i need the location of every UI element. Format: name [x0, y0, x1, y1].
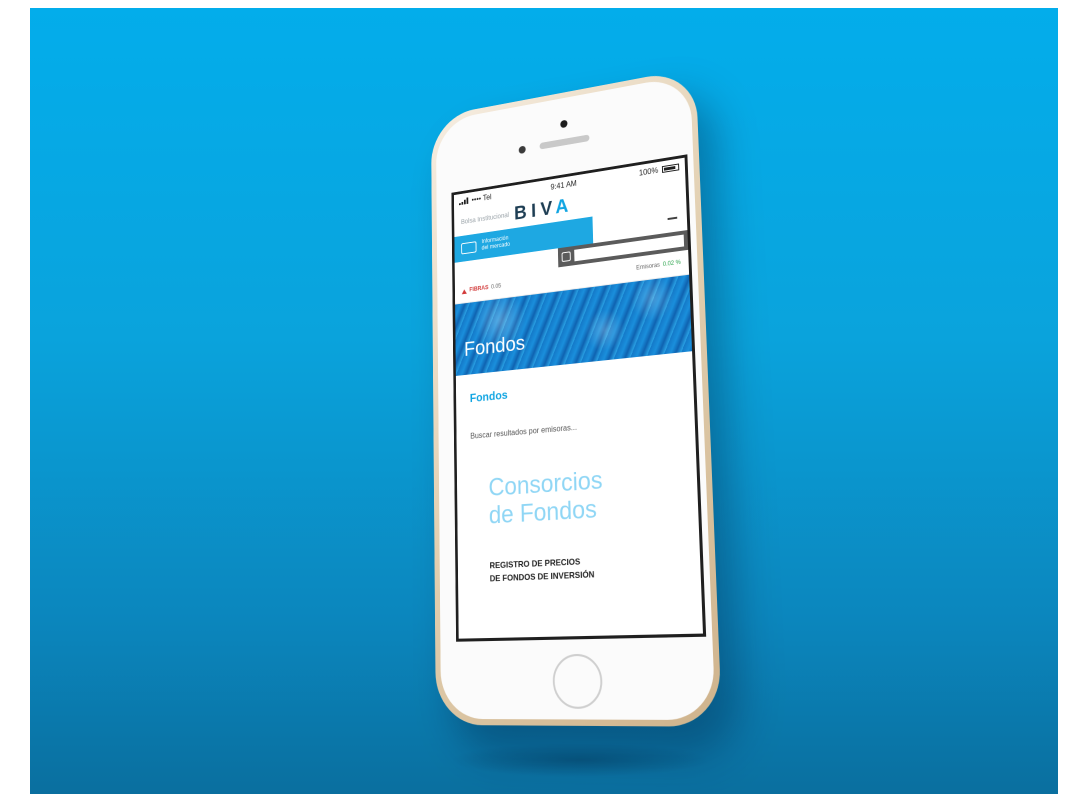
monitor-icon [461, 241, 477, 255]
search-icon[interactable] [561, 251, 571, 263]
home-button[interactable] [552, 653, 604, 709]
brand-prefix: Bolsa Institucional [460, 211, 510, 226]
ticker-left[interactable]: FIBRAS 0.05 [461, 283, 502, 295]
battery-label: 100% [638, 165, 659, 178]
hero-title: Fondos [463, 332, 526, 361]
brand-name-main: BIV [514, 197, 556, 224]
search-notice: Buscar resultados por emisoras... [470, 422, 578, 441]
front-camera-icon [560, 119, 568, 129]
ticker-right[interactable]: Emisoras 0.02 % [636, 260, 681, 272]
ticker-left-value: 0.05 [491, 283, 502, 291]
signal-icon [459, 196, 469, 205]
status-time: 9:41 AM [550, 178, 577, 192]
triangle-up-icon [461, 288, 467, 294]
feature-title[interactable]: Consorcios de Fondos [471, 460, 683, 530]
ticker-mid-label: Emisoras [636, 262, 661, 272]
background-canvas: •••• Tel 9:41 AM 100% Bolsa Instituciona… [30, 8, 1058, 794]
phone-screen: •••• Tel 9:41 AM 100% Bolsa Instituciona… [451, 154, 707, 642]
registry-link[interactable]: REGISTRO DE PRECIOS DE FONDOS DE INVERSI… [472, 550, 685, 586]
ticker-right-value: 0.02 % [662, 259, 681, 269]
section-title: Fondos [469, 387, 508, 406]
page-content: Fondos Buscar resultados por emisoras...… [456, 351, 702, 600]
phone-shadow [450, 743, 710, 777]
ticker-left-label: FIBRAS [469, 285, 489, 294]
phone-mockup: •••• Tel 9:41 AM 100% Bolsa Instituciona… [430, 67, 723, 727]
carrier-label: •••• Tel [471, 192, 492, 204]
earpiece-speaker [539, 134, 590, 150]
market-info-text: Información del mercado [481, 235, 510, 252]
brand-name-accent: A [555, 194, 574, 218]
battery-icon [661, 162, 680, 173]
phone-face: •••• Tel 9:41 AM 100% Bolsa Instituciona… [435, 74, 716, 721]
sensor-icon [518, 145, 526, 155]
menu-icon[interactable] [667, 216, 678, 221]
